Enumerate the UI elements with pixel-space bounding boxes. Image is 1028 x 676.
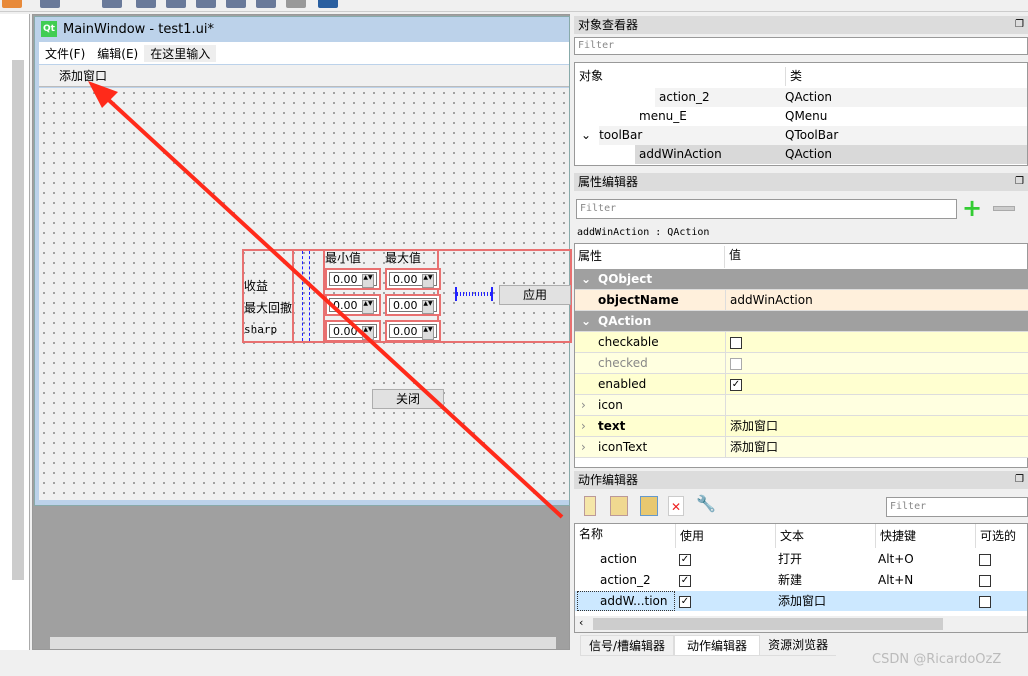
annotation-arrow — [88, 81, 564, 519]
arrow-line — [98, 90, 564, 519]
